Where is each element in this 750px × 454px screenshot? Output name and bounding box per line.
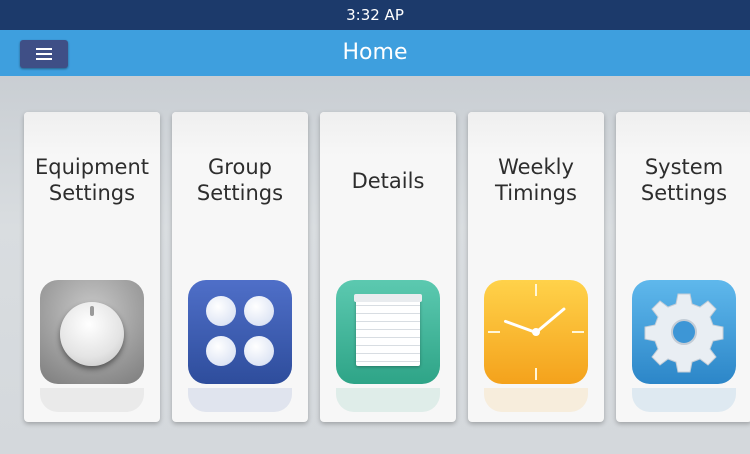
- tile-equipment-settings[interactable]: Equipment Settings: [24, 112, 160, 422]
- tile-system-settings[interactable]: System Settings: [616, 112, 750, 422]
- tile-details[interactable]: Details: [320, 112, 456, 422]
- tile-label: Group Settings: [196, 155, 284, 205]
- dial-knob-icon: [40, 280, 144, 384]
- notepad-icon: [336, 280, 440, 384]
- status-bar: 3:32 AP: [0, 0, 750, 30]
- clock-icon: [484, 280, 588, 384]
- status-time: 3:32 AP: [346, 6, 404, 24]
- tile-weekly-timings[interactable]: Weekly Timings: [468, 112, 604, 422]
- gear-icon: [632, 280, 736, 384]
- tile-label: Weekly Timings: [495, 155, 577, 205]
- tile-group-settings[interactable]: Group Settings: [172, 112, 308, 422]
- tile-label: System Settings: [640, 155, 728, 205]
- page-title: Home: [342, 40, 408, 65]
- tile-label: Equipment Settings: [35, 155, 149, 205]
- tile-label: Details: [351, 169, 425, 193]
- four-dots-icon: [188, 280, 292, 384]
- title-bar: Home: [0, 30, 750, 76]
- home-tiles-area: Equipment Settings Group Settings Detail…: [0, 76, 750, 454]
